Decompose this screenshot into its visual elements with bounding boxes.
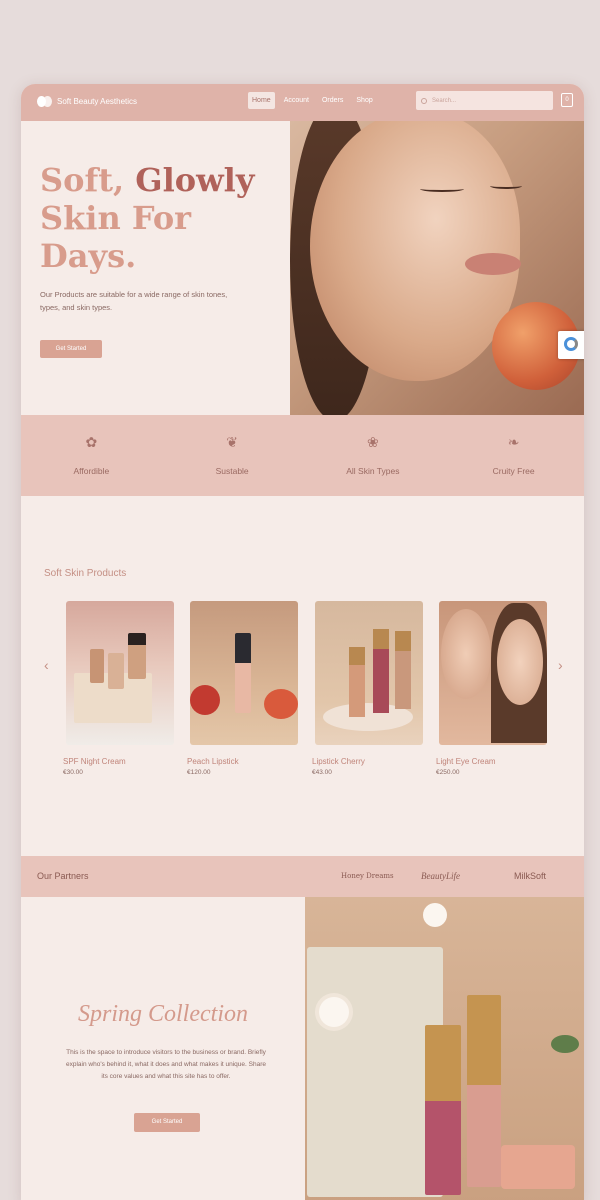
get-started-button[interactable]: Get Started: [134, 1113, 200, 1132]
nav-link-home[interactable]: Home: [248, 92, 275, 109]
partners-bar: Our Partners Honey Dreams BeautyLife Mil…: [21, 856, 584, 897]
nav-link-account[interactable]: Account: [280, 92, 313, 109]
product-name[interactable]: Light Eye Cream: [436, 757, 547, 766]
product-price: €120.00: [187, 769, 211, 776]
spring-title: Spring Collection: [78, 1001, 248, 1027]
hero-title: Soft, Glowly Skin For Days.: [40, 161, 270, 275]
main-menu: Home Account Orders Shop: [248, 92, 377, 109]
partner-logo[interactable]: Honey Dreams: [341, 872, 394, 880]
features-bar: ✿ Affordible ❦ Sustable ❀ All Skin Types…: [21, 415, 584, 496]
products-section-title: Soft Skin Products: [44, 568, 127, 579]
hero-title-highlight: Glowly: [135, 161, 255, 199]
brand-name[interactable]: Soft Beauty Aesthetics: [57, 97, 137, 106]
feature-all-skin-types: ❀ All Skin Types: [303, 415, 444, 496]
nav-link-shop[interactable]: Shop: [352, 92, 376, 109]
hero-image: [290, 121, 584, 415]
brand-logo-icon[interactable]: [37, 96, 53, 108]
product-card[interactable]: SPF Night Cream €30.00: [63, 601, 174, 776]
feature-label: Affordible: [73, 466, 110, 476]
product-price: €250.00: [436, 769, 460, 776]
feature-sustainable: ❦ Sustable: [162, 415, 303, 496]
nav-link-orders[interactable]: Orders: [318, 92, 347, 109]
product-price: €30.00: [63, 769, 83, 776]
hero-title-part: Skin For: [40, 199, 192, 237]
carousel-prev-icon[interactable]: ‹: [44, 657, 49, 673]
partners-label: Our Partners: [37, 871, 89, 881]
recaptcha-badge-icon[interactable]: [558, 331, 584, 359]
search-icon: [421, 97, 427, 104]
cart-icon[interactable]: 0: [561, 93, 573, 107]
partner-logo[interactable]: BeautyLife: [421, 871, 460, 881]
product-name[interactable]: SPF Night Cream: [63, 757, 174, 766]
feature-label: All Skin Types: [346, 466, 400, 476]
product-price: €43.00: [312, 769, 332, 776]
feature-cruelty-free: ❧ Cruity Free: [443, 415, 584, 496]
hero-title-part: Days.: [40, 237, 137, 275]
product-card[interactable]: Lipstick Cherry €43.00: [312, 601, 423, 776]
lotus-icon: ❀: [367, 434, 379, 450]
flower-pot-icon: ✿: [85, 434, 98, 450]
feature-label: Cruity Free: [492, 466, 535, 476]
product-image[interactable]: [439, 601, 547, 745]
leaf-icon: ❦: [226, 434, 238, 450]
get-started-button[interactable]: Get Started: [40, 340, 102, 358]
hero-description: Our Products are suitable for a wide ran…: [40, 290, 228, 312]
spring-collection-section: Spring Collection This is the space to i…: [21, 897, 305, 1200]
bunny-icon: ❧: [507, 434, 520, 450]
partner-logo[interactable]: MilkSoft: [514, 871, 546, 881]
product-name[interactable]: Lipstick Cherry: [312, 757, 423, 766]
hero-section: Soft, Glowly Skin For Days. Our Products…: [21, 121, 290, 415]
search-input[interactable]: Search...: [416, 91, 553, 110]
product-name[interactable]: Peach Lipstick: [187, 757, 298, 766]
product-card[interactable]: Peach Lipstick €120.00: [187, 601, 298, 776]
spring-collection-image: [305, 897, 584, 1200]
search-placeholder: Search...: [432, 97, 457, 104]
hero-title-part: Soft,: [40, 161, 136, 199]
product-image[interactable]: [315, 601, 423, 745]
product-card[interactable]: Light Eye Cream €250.00: [436, 601, 547, 776]
top-navbar: Soft Beauty Aesthetics Home Account Orde…: [21, 84, 584, 121]
feature-label: Sustable: [215, 466, 249, 476]
carousel-next-icon[interactable]: ›: [558, 657, 563, 673]
feature-affordable: ✿ Affordible: [21, 415, 162, 496]
product-image[interactable]: [190, 601, 298, 745]
spring-description: This is the space to introduce visitors …: [66, 1049, 266, 1080]
page-frame: Soft Beauty Aesthetics Home Account Orde…: [21, 84, 584, 1200]
product-image[interactable]: [66, 601, 174, 745]
